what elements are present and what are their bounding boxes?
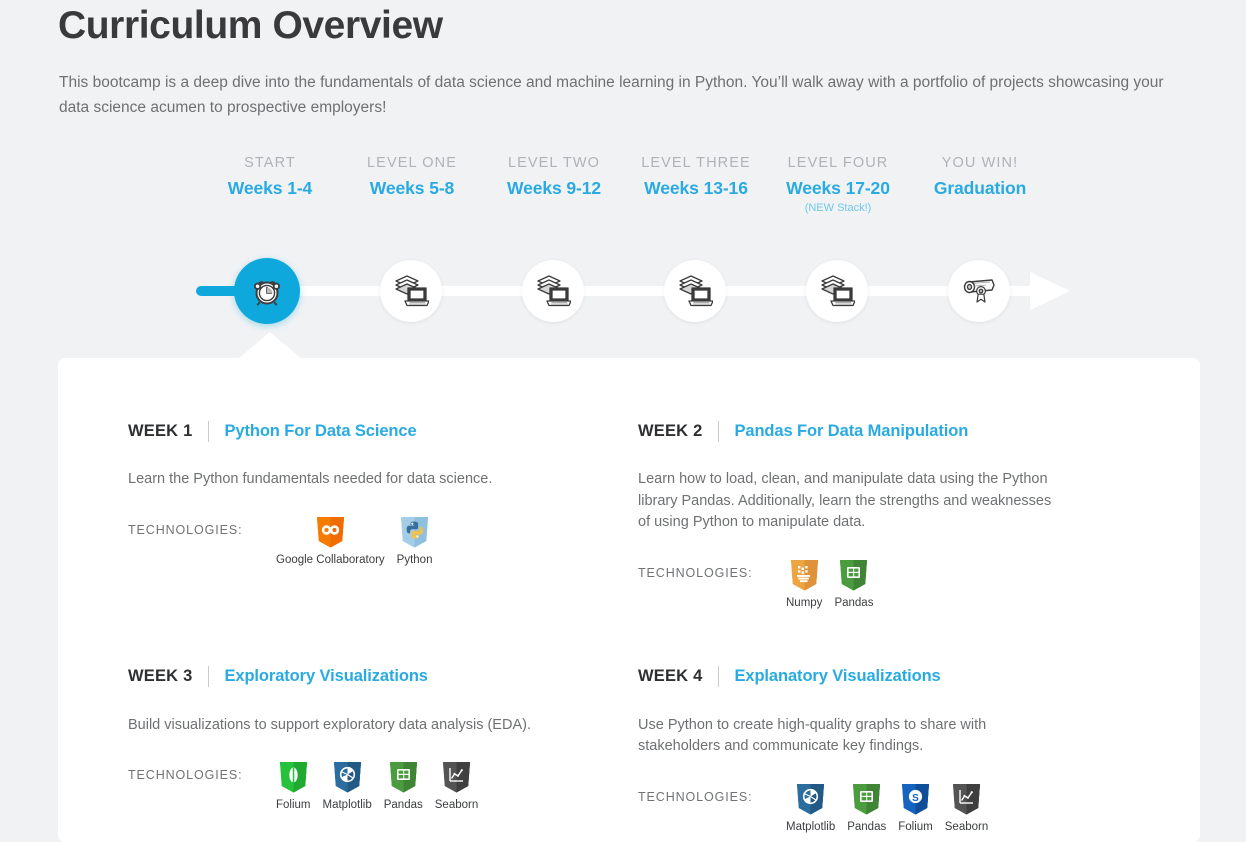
week-description: Use Python to create high-quality graphs… bbox=[638, 716, 987, 755]
books-laptop-icon bbox=[679, 275, 713, 307]
technology-item[interactable]: Seaborn bbox=[945, 782, 988, 833]
timeline-node-1[interactable] bbox=[234, 258, 300, 324]
books-laptop-icon bbox=[395, 275, 429, 307]
technologies-list: Folium Matplotlib Pandas Seaborn bbox=[276, 760, 478, 811]
week-header: WEEK 1 Python For Data Science bbox=[128, 420, 598, 442]
timeline-stage-6[interactable]: YOU WIN! Graduation bbox=[895, 155, 1065, 199]
technology-item[interactable]: Seaborn bbox=[435, 760, 478, 811]
card-pointer bbox=[238, 332, 302, 359]
technology-name: Numpy bbox=[786, 596, 823, 609]
technology-item[interactable]: Pandas bbox=[834, 558, 873, 609]
technology-item[interactable]: Pandas bbox=[384, 760, 423, 811]
technologies-label: TECHNOLOGIES: bbox=[128, 522, 243, 537]
python-shield-icon bbox=[401, 516, 429, 547]
matplotlib-shield-icon bbox=[333, 762, 361, 793]
technology-item[interactable]: Python bbox=[396, 515, 433, 566]
technologies-label: TECHNOLOGIES: bbox=[638, 565, 753, 580]
svg-text:S: S bbox=[912, 793, 919, 804]
technologies-list: Numpy Pandas bbox=[786, 558, 873, 609]
week-description: Learn the Python fundamentals needed for… bbox=[128, 471, 493, 487]
week-header: WEEK 4 Explanatory Visualizations bbox=[638, 666, 1108, 688]
week-title[interactable]: Python For Data Science bbox=[224, 422, 416, 441]
folium-blue-shield-icon: S bbox=[901, 783, 929, 814]
timeline-track bbox=[196, 286, 1048, 296]
pandas-shield-icon bbox=[840, 559, 868, 590]
week-description: Build visualizations to support explorat… bbox=[128, 716, 531, 733]
week-divider bbox=[718, 420, 720, 442]
matplotlib-shield-icon bbox=[797, 783, 825, 814]
stage-note-label: (NEW Stack!) bbox=[804, 202, 872, 214]
technology-item[interactable]: Pandas bbox=[847, 782, 886, 833]
technologies-label: TECHNOLOGIES: bbox=[128, 768, 243, 782]
week-description: Learn how to load, clean, and manipulate… bbox=[638, 471, 1052, 530]
week-number: WEEK 4 bbox=[638, 667, 703, 685]
stage-level-label: YOU WIN! bbox=[941, 155, 1019, 171]
folium-shield-icon bbox=[279, 762, 307, 793]
technologies-row: TECHNOLOGIES: Folium Matplotlib Pandas S… bbox=[128, 760, 598, 811]
technologies-row: TECHNOLOGIES: Matplotlib Pandas S Folium… bbox=[638, 782, 1108, 833]
books-laptop-icon bbox=[821, 275, 855, 307]
seaborn-shield-icon bbox=[952, 783, 980, 814]
week-title[interactable]: Pandas For Data Manipulation bbox=[734, 422, 968, 441]
technology-name: Python bbox=[396, 553, 433, 566]
week-header: WEEK 3 Exploratory Visualizations bbox=[128, 666, 598, 688]
curriculum-card: WEEK 1 Python For Data Science Learn the… bbox=[58, 358, 1200, 842]
timeline-node-3[interactable] bbox=[522, 260, 584, 322]
technology-item[interactable]: Matplotlib bbox=[786, 782, 835, 833]
alarm-clock-icon bbox=[253, 281, 281, 306]
week-block: WEEK 4 Explanatory Visualizations Use Py… bbox=[638, 666, 1108, 833]
pandas-shield-icon bbox=[853, 783, 881, 814]
technology-name: Pandas bbox=[834, 596, 874, 609]
timeline-node-2[interactable] bbox=[380, 260, 442, 322]
technologies-label: TECHNOLOGIES: bbox=[638, 789, 753, 804]
technology-name: Matplotlib bbox=[786, 820, 836, 833]
diploma-icon bbox=[963, 279, 995, 303]
curriculum-timeline: START Weeks 1-4 LEVEL ONE Weeks 5-8 LEVEL … bbox=[0, 155, 1246, 330]
books-laptop-icon bbox=[537, 275, 571, 307]
technologies-list: Google Collaboratory Python bbox=[276, 515, 432, 566]
google-colab-shield-icon bbox=[316, 516, 344, 547]
technology-name: Pandas bbox=[383, 799, 423, 811]
technology-name: Folium bbox=[276, 799, 311, 811]
technology-name: Matplotlib bbox=[322, 799, 372, 811]
curriculum-overview-page: Curriculum Overview This bootcamp is a d… bbox=[0, 0, 1246, 842]
technology-name: Folium bbox=[898, 820, 933, 833]
technologies-row: TECHNOLOGIES: Google Collaboratory Pytho… bbox=[128, 515, 598, 566]
stage-weeks-label: Graduation bbox=[933, 178, 1027, 198]
week-block: WEEK 3 Exploratory Visualizations Build … bbox=[128, 666, 598, 833]
week-divider bbox=[208, 420, 210, 442]
week-block: WEEK 2 Pandas For Data Manipulation Lear… bbox=[638, 420, 1108, 609]
technologies-list: Matplotlib Pandas S Folium Seaborn bbox=[786, 782, 988, 833]
week-header: WEEK 2 Pandas For Data Manipulation bbox=[638, 420, 1108, 442]
technology-item[interactable]: S Folium bbox=[898, 782, 933, 833]
page-subtitle: This bootcamp is a deep dive into the fu… bbox=[59, 74, 1164, 116]
timeline-node-4[interactable] bbox=[664, 260, 726, 322]
technology-name: Google Collaboratory bbox=[276, 553, 385, 566]
week-number: WEEK 2 bbox=[638, 421, 703, 440]
week-divider bbox=[208, 666, 210, 687]
week-block: WEEK 1 Python For Data Science Learn the… bbox=[128, 420, 598, 609]
pandas-shield-icon bbox=[389, 762, 417, 793]
technology-item[interactable]: Numpy bbox=[786, 558, 822, 609]
technology-name: Seaborn bbox=[434, 799, 479, 811]
technologies-row: TECHNOLOGIES: Numpy Pandas bbox=[638, 558, 1108, 609]
numpy-shield-icon bbox=[790, 559, 818, 590]
technology-name: Pandas bbox=[847, 820, 887, 833]
week-divider bbox=[718, 666, 720, 687]
technology-name: Seaborn bbox=[944, 820, 989, 833]
page-title: Curriculum Overview bbox=[58, 4, 443, 47]
week-number: WEEK 3 bbox=[128, 667, 193, 685]
week-number: WEEK 1 bbox=[128, 421, 193, 440]
technology-item[interactable]: Folium bbox=[276, 760, 311, 811]
technology-item[interactable]: Matplotlib bbox=[323, 760, 372, 811]
seaborn-shield-icon bbox=[442, 762, 470, 793]
timeline-node-6[interactable] bbox=[948, 260, 1010, 322]
arrow-right-icon bbox=[1030, 272, 1070, 310]
technology-item[interactable]: Google Collaboratory bbox=[276, 515, 385, 566]
week-title[interactable]: Explanatory Visualizations bbox=[734, 667, 940, 686]
week-title[interactable]: Exploratory Visualizations bbox=[224, 667, 428, 686]
timeline-node-5[interactable] bbox=[806, 260, 868, 322]
